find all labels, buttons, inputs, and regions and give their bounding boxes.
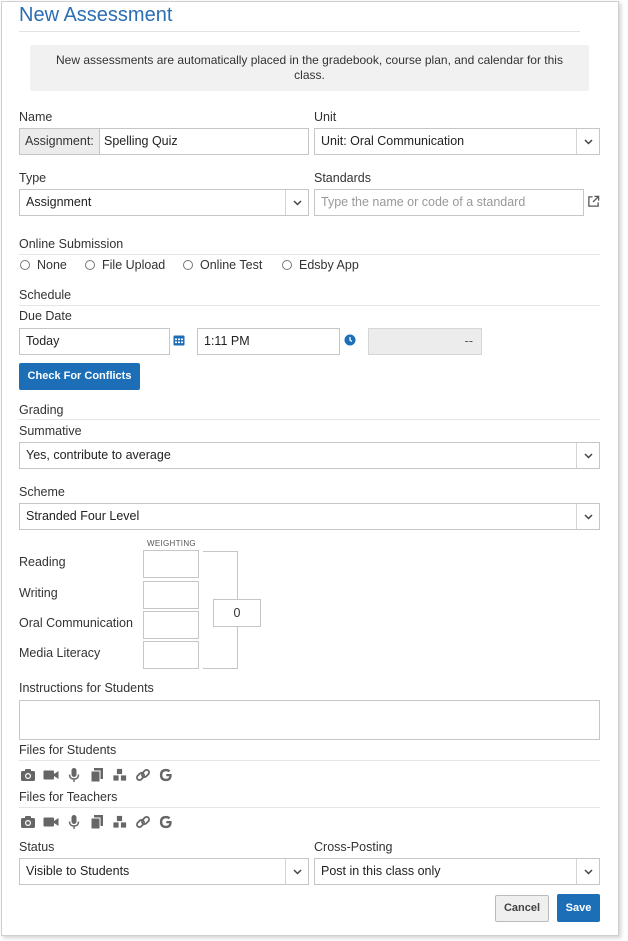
duration-field: -- (368, 328, 482, 355)
radio-circle (20, 260, 30, 270)
name-label: Name (19, 110, 53, 124)
weighting-total: 0 (213, 599, 261, 627)
weighting-header: WEIGHTING (147, 539, 196, 548)
strand-label-media-literacy: Media Literacy (19, 646, 101, 660)
cancel-button[interactable]: Cancel (495, 895, 549, 922)
scheme-value: Stranded Four Level (26, 509, 140, 523)
name-field[interactable]: Assignment: Spelling Quiz (19, 128, 309, 155)
radio-circle (85, 260, 95, 270)
status-value: Visible to Students (26, 864, 130, 878)
unit-label: Unit (314, 110, 337, 124)
summative-value: Yes, contribute to average (26, 448, 171, 462)
schedule-label: Schedule (19, 288, 72, 302)
due-time-input[interactable]: 1:11 PM (197, 328, 340, 355)
divider (19, 419, 600, 420)
chevron-down-icon (576, 129, 599, 154)
strand-label-oral-communication: Oral Communication (19, 616, 133, 630)
teachers-file-toolbar (19, 813, 174, 830)
radio-file-upload[interactable]: File Upload (85, 258, 165, 272)
chevron-down-icon (285, 190, 308, 215)
cubes-icon[interactable] (111, 813, 128, 830)
standards-label: Standards (314, 171, 371, 185)
name-prefix: Assignment: (20, 129, 100, 154)
external-link-icon[interactable] (587, 195, 601, 209)
cubes-icon[interactable] (111, 766, 128, 783)
divider (19, 254, 600, 255)
online-submission-label: Online Submission (19, 237, 124, 251)
radio-circle (282, 260, 292, 270)
due-date-input[interactable]: Today (19, 328, 170, 355)
title-divider (19, 31, 580, 32)
chevron-down-icon (285, 859, 308, 884)
divider (19, 760, 600, 761)
copy-icon[interactable] (88, 766, 105, 783)
strand-label-writing: Writing (19, 586, 58, 600)
grading-label: Grading (19, 403, 64, 417)
chevron-down-icon (576, 859, 599, 884)
summative-select[interactable]: Yes, contribute to average (19, 442, 600, 469)
link-icon[interactable] (134, 766, 151, 783)
weight-input-oral-communication[interactable] (143, 611, 199, 639)
scheme-label: Scheme (19, 485, 65, 499)
weight-input-media-literacy[interactable] (143, 641, 199, 669)
students-file-toolbar (19, 766, 174, 783)
save-button[interactable]: Save (557, 894, 600, 922)
chevron-down-icon (576, 443, 599, 468)
microphone-icon[interactable] (65, 813, 82, 830)
radio-label: None (37, 258, 67, 272)
radio-label: File Upload (102, 258, 166, 272)
instructions-label: Instructions for Students (19, 681, 154, 695)
cross-posting-label: Cross-Posting (314, 840, 393, 854)
radio-circle (183, 260, 193, 270)
calendar-icon[interactable] (173, 334, 185, 349)
video-icon[interactable] (42, 813, 59, 830)
unit-select[interactable]: Unit: Oral Communication (314, 128, 600, 155)
standards-input[interactable]: Type the name or code of a standard (314, 189, 584, 216)
radio-edsby-app[interactable]: Edsby App (282, 258, 359, 272)
divider (19, 305, 600, 306)
chevron-down-icon (576, 504, 599, 529)
page-title: New Assessment (19, 4, 173, 26)
type-label: Type (19, 171, 47, 185)
due-date-value: Today (26, 334, 60, 348)
cross-posting-select[interactable]: Post in this class only (314, 858, 600, 885)
type-select[interactable]: Assignment (19, 189, 309, 216)
files-students-label: Files for Students (19, 743, 117, 757)
due-time-value: 1:11 PM (204, 334, 250, 348)
link-icon[interactable] (134, 813, 151, 830)
type-value: Assignment (26, 195, 92, 209)
check-conflicts-button[interactable]: Check For Conflicts (19, 363, 140, 390)
weight-input-reading[interactable] (143, 550, 199, 578)
due-date-label: Due Date (19, 309, 72, 323)
google-icon[interactable] (157, 813, 174, 830)
camera-icon[interactable] (19, 766, 36, 783)
scheme-select[interactable]: Stranded Four Level (19, 503, 600, 530)
radio-label: Edsby App (299, 258, 359, 272)
google-icon[interactable] (157, 766, 174, 783)
info-notice: New assessments are automatically placed… (30, 45, 589, 91)
files-teachers-label: Files for Teachers (19, 790, 118, 804)
status-select[interactable]: Visible to Students (19, 858, 309, 885)
cross-posting-value: Post in this class only (321, 864, 441, 878)
weight-input-writing[interactable] (143, 581, 199, 609)
divider (19, 807, 600, 808)
name-value: Spelling Quiz (104, 134, 178, 148)
summative-label: Summative (19, 424, 82, 438)
radio-none[interactable]: None (20, 258, 67, 272)
radio-label: Online Test (200, 258, 263, 272)
status-label: Status (19, 840, 55, 854)
radio-online-test[interactable]: Online Test (183, 258, 262, 272)
instructions-textarea[interactable] (19, 700, 600, 740)
clock-icon[interactable] (344, 334, 356, 349)
camera-icon[interactable] (19, 813, 36, 830)
unit-value: Unit: Oral Communication (321, 134, 465, 148)
copy-icon[interactable] (88, 813, 105, 830)
strand-label-reading: Reading (19, 555, 66, 569)
microphone-icon[interactable] (65, 766, 82, 783)
standards-placeholder: Type the name or code of a standard (321, 195, 526, 209)
video-icon[interactable] (42, 766, 59, 783)
